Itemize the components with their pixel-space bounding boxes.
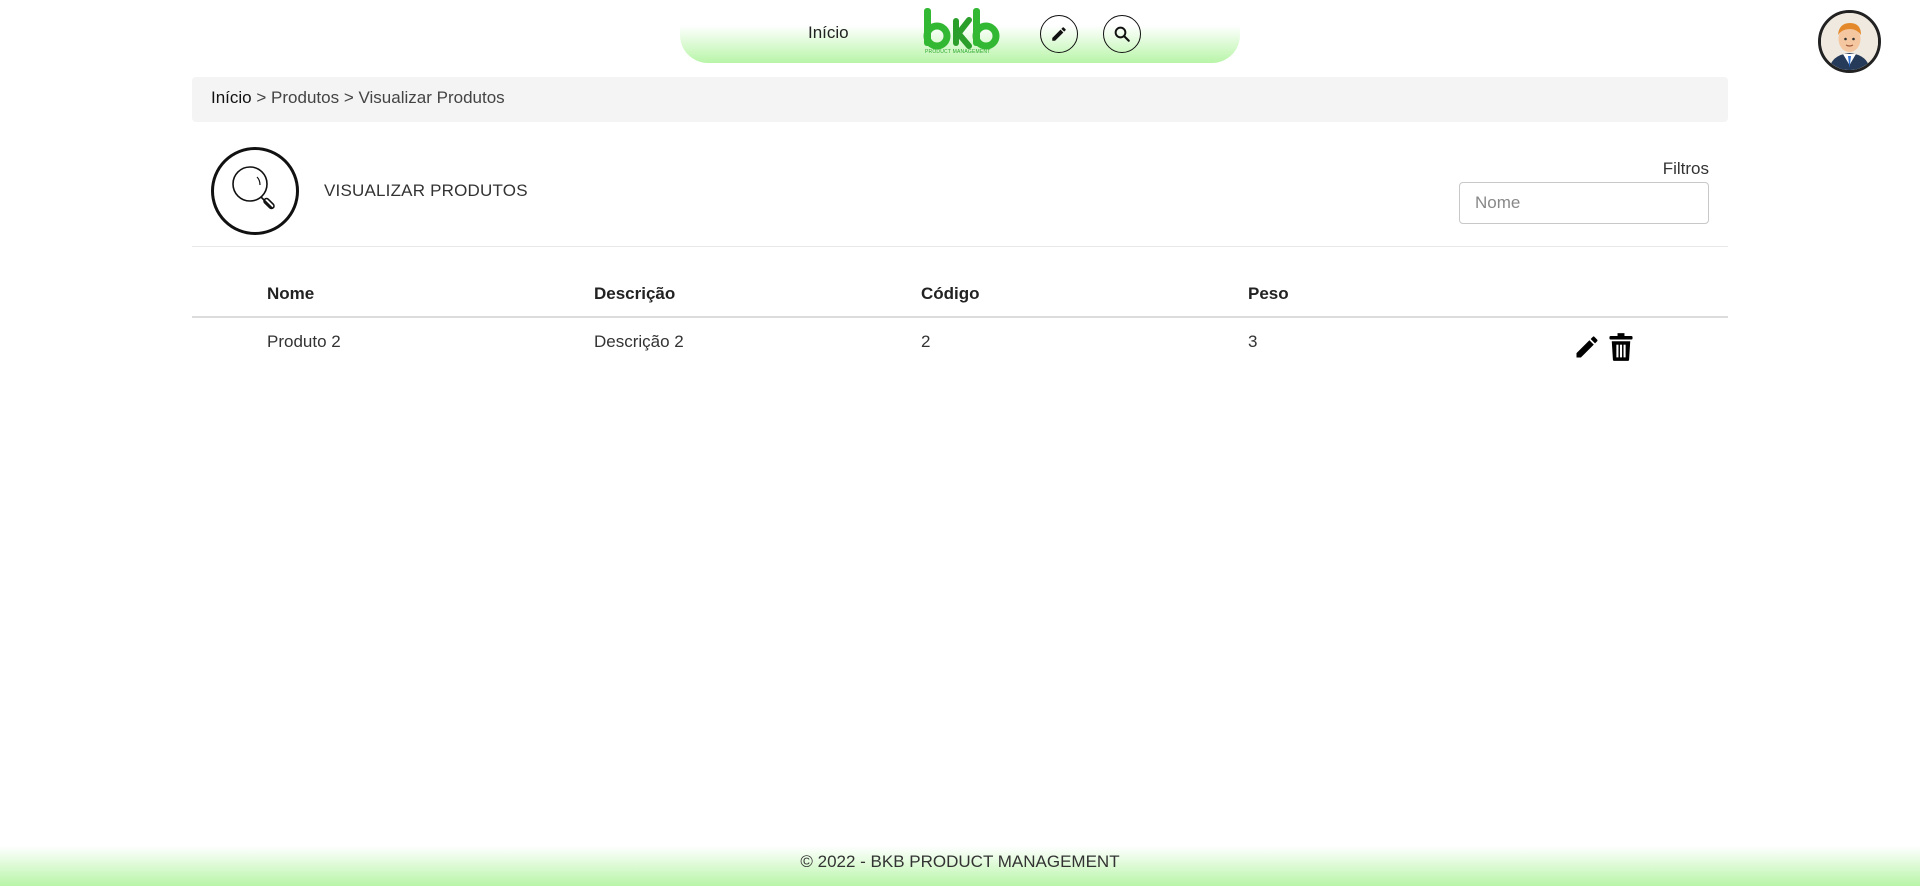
name-filter-input[interactable] — [1459, 182, 1709, 224]
breadcrumb-separator: > — [256, 88, 267, 107]
edit-icon — [1576, 336, 1598, 358]
footer-copyright: © 2022 - BKB PRODUCT MANAGEMENT — [800, 852, 1120, 871]
cell-codigo: 2 — [921, 332, 931, 351]
cell-peso: 3 — [1248, 332, 1258, 351]
nav-edit-button[interactable] — [1040, 15, 1078, 53]
magnifier-icon — [232, 166, 275, 210]
page-title: VISUALIZAR PRODUTOS — [324, 181, 528, 200]
breadcrumb-home-link[interactable]: Início — [211, 88, 252, 107]
row-actions — [1572, 332, 1636, 362]
trash-icon — [1609, 333, 1633, 361]
breadcrumb-separator: > — [343, 88, 354, 107]
page-icon — [211, 147, 299, 235]
table-row: Produto 2 Descrição 2 2 3 — [192, 318, 1728, 366]
breadcrumb: Início > Produtos > Visualizar Produtos — [192, 77, 1728, 122]
edit-row-button[interactable] — [1572, 332, 1602, 362]
logo-subtext: PRODUCT MANAGEMENT — [925, 49, 991, 55]
nav-search-button[interactable] — [1103, 15, 1141, 53]
user-avatar[interactable] — [1818, 10, 1881, 73]
cell-descricao: Descrição 2 — [594, 332, 684, 351]
column-header-peso[interactable]: Peso — [1248, 284, 1289, 304]
column-header-descricao[interactable]: Descrição — [594, 284, 675, 304]
brand-logo[interactable]: PRODUCT MANAGEMENT — [922, 8, 1000, 58]
column-header-codigo[interactable]: Código — [921, 284, 980, 304]
bkb-logo-mark — [923, 8, 1000, 50]
table-header: Nome Descrição Código Peso — [192, 270, 1728, 318]
delete-row-button[interactable] — [1606, 332, 1636, 362]
column-header-nome[interactable]: Nome — [267, 284, 314, 304]
cell-nome: Produto 2 — [267, 332, 341, 351]
breadcrumb-current: Visualizar Produtos — [358, 88, 505, 107]
nav-home-link[interactable]: Início — [808, 23, 849, 43]
avatar-icon — [1821, 13, 1878, 70]
top-navbar: Início PRODUCT MANAGEMENT — [680, 0, 1240, 63]
products-table: Nome Descrição Código Peso Produto 2 Des… — [192, 270, 1728, 366]
footer: © 2022 - BKB PRODUCT MANAGEMENT — [0, 846, 1920, 886]
filters-label: Filtros — [1662, 159, 1709, 178]
pencil-icon — [1052, 27, 1066, 41]
search-icon — [1114, 26, 1130, 42]
breadcrumb-products-link[interactable]: Produtos — [271, 88, 339, 107]
header-divider — [192, 246, 1728, 247]
